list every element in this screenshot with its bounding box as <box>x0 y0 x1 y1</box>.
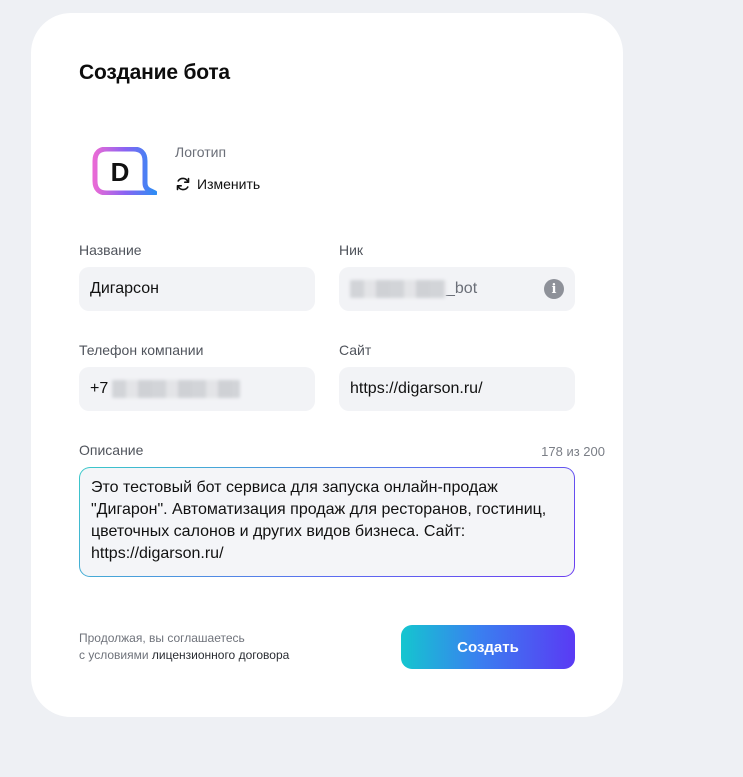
logo-label: Логотип <box>175 144 227 160</box>
change-logo-button[interactable]: Изменить <box>175 176 260 192</box>
create-button[interactable]: Создать <box>401 625 575 669</box>
consent-line-1: Продолжая, вы соглашаетесь <box>79 631 245 645</box>
description-label: Описание <box>79 442 144 458</box>
license-agreement-link[interactable]: лицензионного договора <box>152 648 289 662</box>
site-input[interactable]: https://digarson.ru/ <box>339 367 575 411</box>
change-logo-label: Изменить <box>197 176 261 192</box>
description-value[interactable]: Это тестовый бот сервиса для запуска онл… <box>80 468 574 576</box>
phone-redacted <box>112 380 241 398</box>
consent-text: Продолжая, вы соглашаетесь с условиями л… <box>79 630 289 664</box>
site-label: Сайт <box>339 342 372 358</box>
phone-prefix: +7 <box>90 380 109 397</box>
phone-input[interactable]: +7 <box>79 367 315 411</box>
refresh-icon <box>175 176 191 192</box>
consent-line-2: с условиями лицензионного договора <box>79 647 289 664</box>
nick-input[interactable]: _bot i <box>339 267 575 311</box>
name-value: Дигарсон <box>90 280 159 297</box>
nick-redacted <box>350 280 446 298</box>
phone-label: Телефон компании <box>79 342 204 358</box>
consent-prefix: с условиями <box>79 648 149 662</box>
logo-letter: D <box>111 157 130 187</box>
nick-suffix: _bot <box>446 280 478 297</box>
bot-logo-icon[interactable]: D <box>91 146 158 196</box>
name-label: Название <box>79 242 142 258</box>
page-title: Создание бота <box>79 61 230 84</box>
description-field[interactable]: Это тестовый бот сервиса для запуска онл… <box>79 467 575 577</box>
site-value: https://digarson.ru/ <box>350 380 483 397</box>
info-icon[interactable]: i <box>544 279 564 299</box>
nick-label: Ник <box>339 242 364 258</box>
description-counter: 178 из 200 <box>541 444 605 459</box>
name-input[interactable]: Дигарсон <box>79 267 315 311</box>
create-bot-card: Создание бота D Логотип Изменить Названи… <box>31 13 623 717</box>
